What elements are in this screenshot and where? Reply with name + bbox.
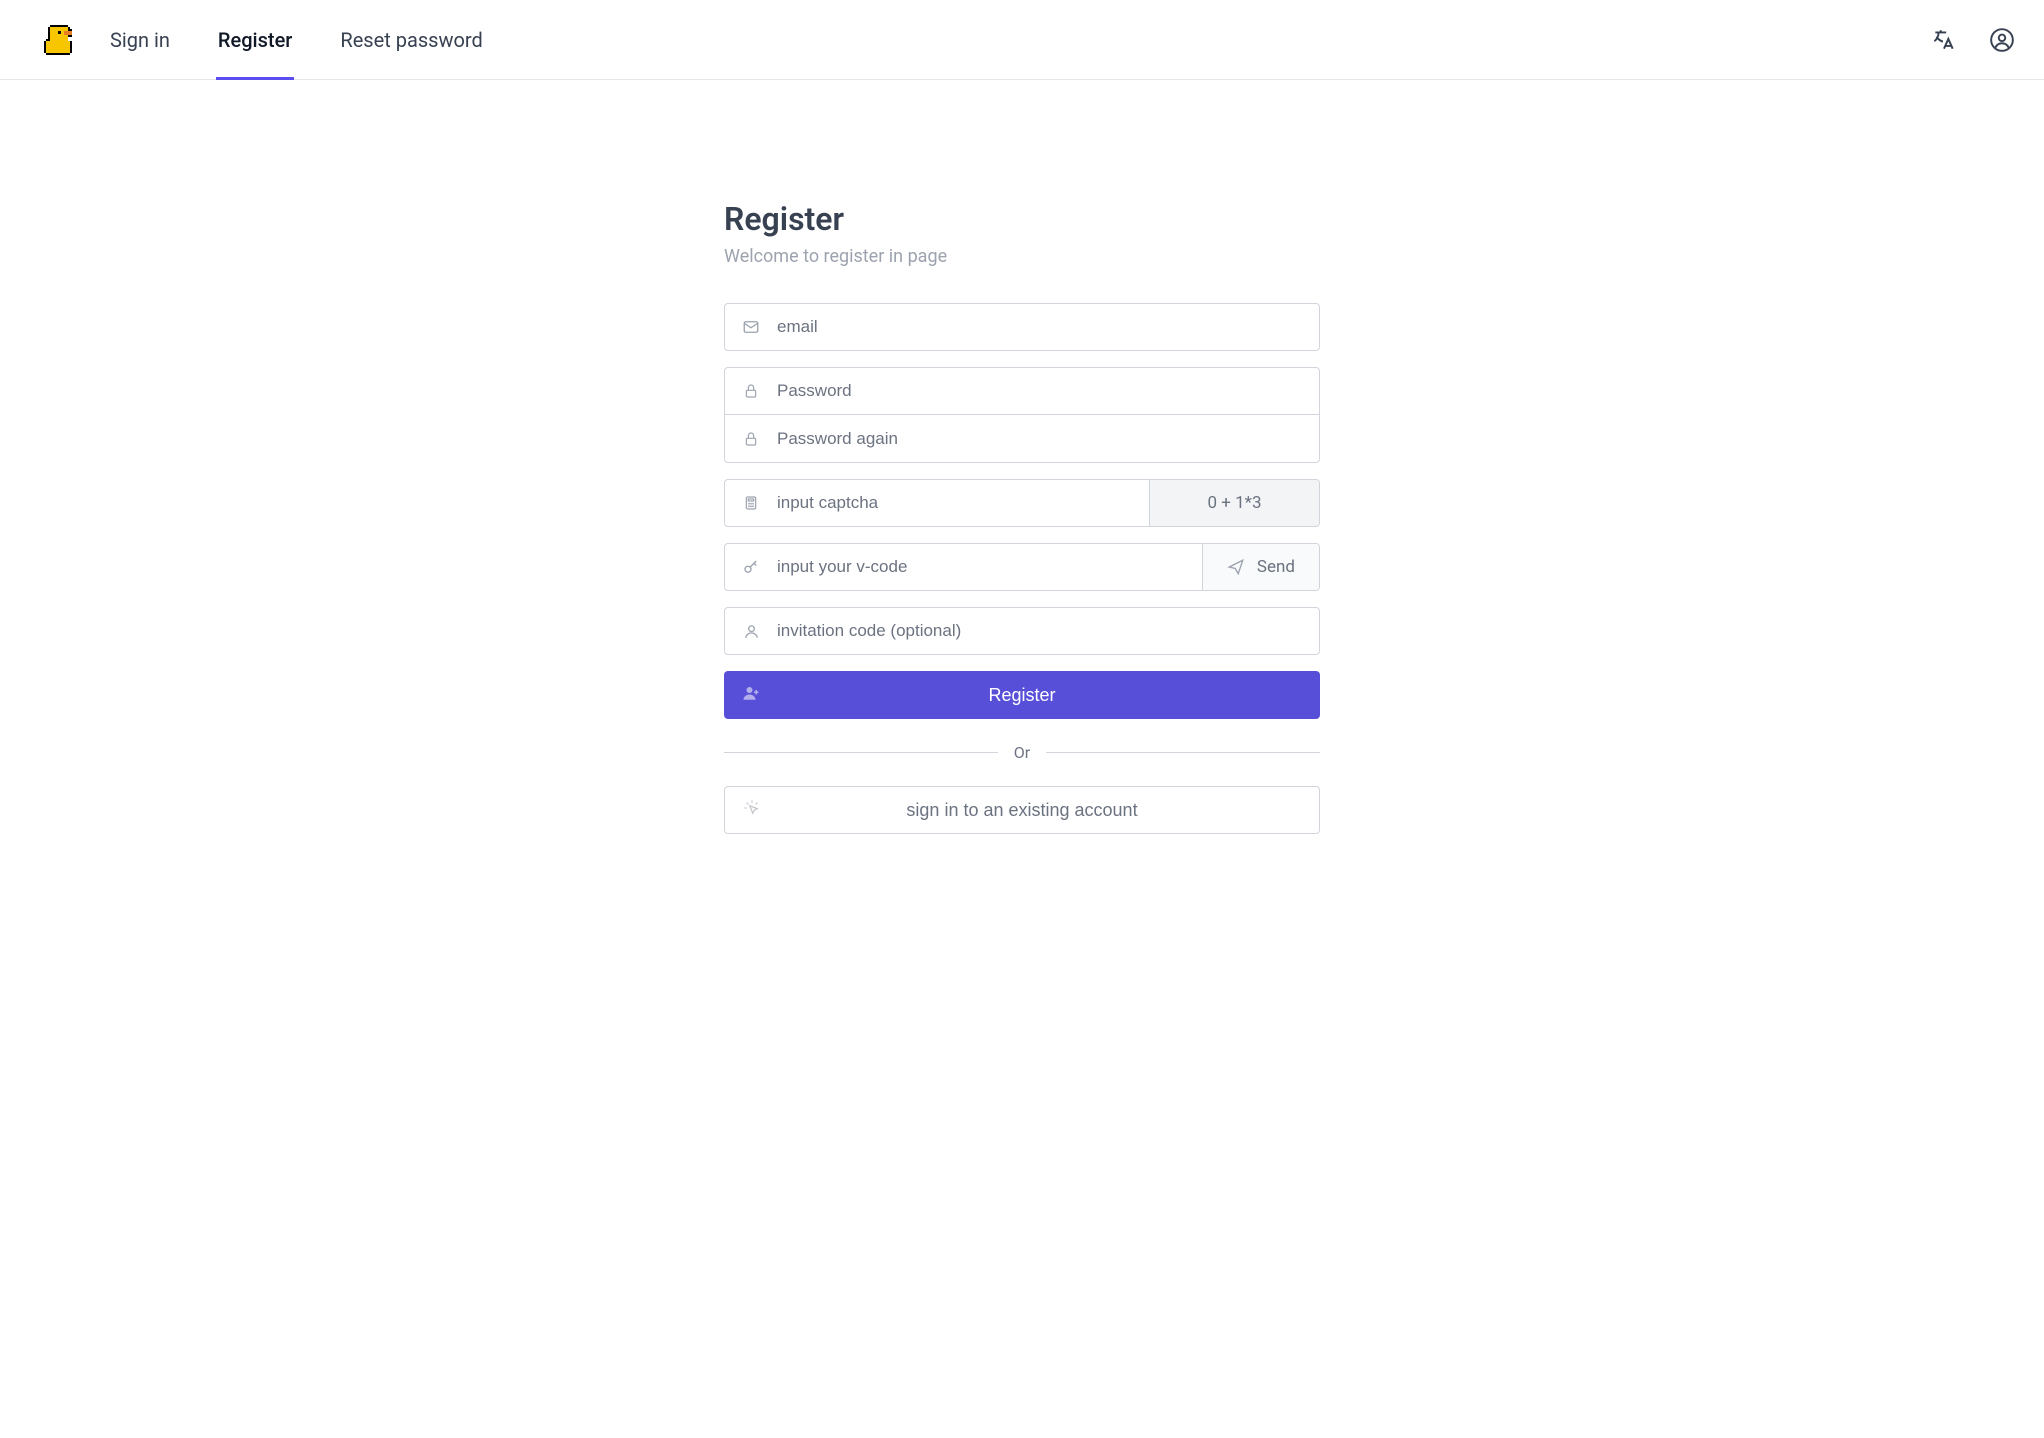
header-right — [1930, 26, 2016, 54]
translate-icon — [1931, 27, 1957, 53]
duck-logo-icon — [40, 21, 78, 59]
signin-existing-label: sign in to an existing account — [906, 800, 1137, 821]
vcode-row: Send — [724, 543, 1320, 591]
main: Register Welcome to register in page — [0, 80, 2044, 834]
user-icon — [725, 623, 777, 640]
lock-icon — [725, 431, 777, 447]
page-subtitle: Welcome to register in page — [724, 246, 1320, 267]
calculator-icon — [725, 495, 777, 511]
captcha-input[interactable] — [777, 480, 1149, 526]
password-row — [724, 367, 1320, 415]
invitation-input[interactable] — [777, 608, 1319, 654]
email-row — [724, 303, 1320, 351]
cursor-click-icon — [743, 799, 761, 822]
register-form: Register Welcome to register in page — [724, 200, 1320, 834]
vcode-input[interactable] — [777, 544, 1202, 590]
divider-text: Or — [1014, 743, 1030, 762]
password-again-input[interactable] — [777, 415, 1319, 462]
email-input[interactable] — [777, 304, 1319, 350]
header-left: Sign in Register Reset password — [40, 0, 483, 79]
tab-reset-password[interactable]: Reset password — [340, 0, 482, 79]
account-button[interactable] — [1988, 26, 2016, 54]
account-circle-icon — [1989, 27, 2015, 53]
key-icon — [725, 558, 777, 576]
password2-row — [724, 415, 1320, 463]
invitation-row — [724, 607, 1320, 655]
tab-sign-in[interactable]: Sign in — [110, 0, 170, 79]
captcha-row: 0 + 1*3 — [724, 479, 1320, 527]
signin-existing-button[interactable]: sign in to an existing account — [724, 786, 1320, 834]
send-label: Send — [1257, 557, 1295, 577]
mail-icon — [725, 318, 777, 336]
nav-tabs: Sign in Register Reset password — [110, 0, 483, 79]
tab-register[interactable]: Register — [218, 0, 292, 79]
send-vcode-button[interactable]: Send — [1202, 544, 1319, 590]
register-button[interactable]: Register — [724, 671, 1320, 719]
header: Sign in Register Reset password — [0, 0, 2044, 80]
send-icon — [1227, 558, 1245, 576]
captcha-expression[interactable]: 0 + 1*3 — [1149, 480, 1319, 526]
logo[interactable] — [40, 21, 78, 59]
divider: Or — [724, 743, 1320, 762]
page-title: Register — [724, 200, 1320, 238]
divider-line — [724, 752, 998, 753]
user-plus-icon — [742, 684, 760, 707]
lock-icon — [725, 383, 777, 399]
password-group — [724, 367, 1320, 463]
language-button[interactable] — [1930, 26, 1958, 54]
register-button-label: Register — [988, 685, 1055, 706]
password-input[interactable] — [777, 368, 1319, 414]
divider-line — [1046, 752, 1320, 753]
